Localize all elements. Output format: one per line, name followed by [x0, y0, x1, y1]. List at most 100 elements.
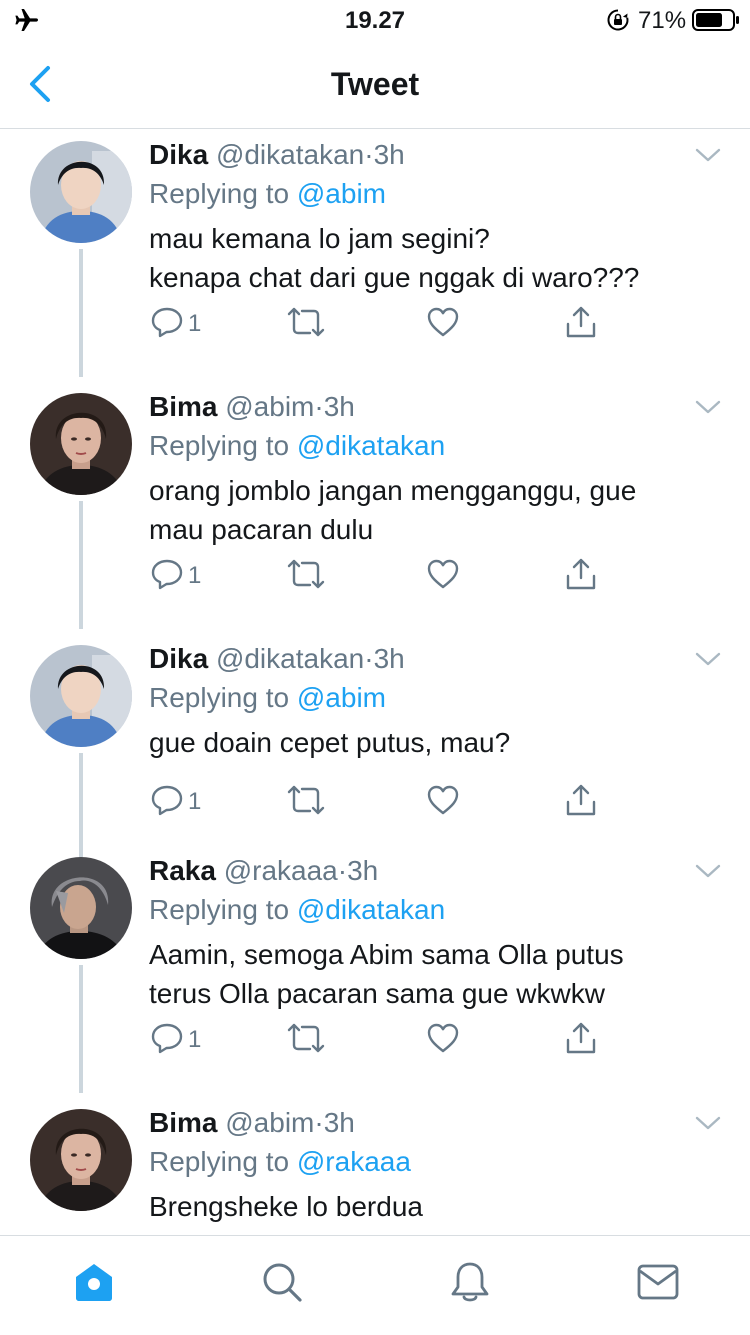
chevron-down-icon[interactable] — [694, 649, 722, 669]
chevron-down-icon[interactable] — [694, 397, 722, 417]
replying-prefix: Replying to — [149, 682, 290, 713]
replying-to: Replying to @abim — [149, 682, 386, 714]
tweet-text: mau kemana lo jam segini? kenapa chat da… — [149, 219, 709, 297]
tweet[interactable]: Raka @rakaaa·3h Replying to @dikatakan A… — [0, 845, 750, 1097]
retweet-button[interactable] — [286, 305, 326, 341]
tweet-text-line: kenapa chat dari gue nggak di waro??? — [149, 262, 640, 293]
display-name[interactable]: Bima — [149, 1107, 217, 1138]
share-icon — [566, 306, 596, 338]
thread-line — [79, 249, 83, 377]
mention-link[interactable]: @rakaaa — [297, 1146, 411, 1177]
tweet-text: Brengsheke lo berdua — [149, 1187, 709, 1226]
separator-dot: · — [314, 391, 324, 422]
reply-count: 1 — [188, 562, 202, 589]
mention-link[interactable]: @abim — [297, 178, 386, 209]
share-button[interactable] — [564, 305, 600, 341]
tweet-text-line: Aamin, semoga Abim sama Olla putus — [149, 939, 624, 970]
share-icon — [566, 1022, 596, 1054]
avatar[interactable] — [30, 141, 132, 243]
like-icon — [427, 1023, 459, 1053]
tweet[interactable]: Dika @dikatakan·3h Replying to @abim mau… — [0, 129, 750, 381]
nav-bar: Tweet — [0, 40, 750, 129]
user-handle[interactable]: @dikatakan — [216, 139, 364, 170]
tweet-actions: 1 — [150, 1021, 610, 1057]
reply-icon — [151, 785, 183, 816]
mention-link[interactable]: @abim — [297, 682, 386, 713]
like-icon — [427, 559, 459, 589]
avatar[interactable] — [30, 393, 132, 495]
like-button[interactable] — [426, 783, 466, 819]
thread-line — [79, 501, 83, 629]
share-button[interactable] — [564, 783, 600, 819]
separator-dot: · — [364, 643, 374, 674]
tweet-header: Raka @rakaaa·3h — [149, 855, 378, 887]
chevron-down-icon[interactable] — [694, 861, 722, 881]
display-name[interactable]: Dika — [149, 643, 208, 674]
replying-prefix: Replying to — [149, 894, 290, 925]
tweet-header: Dika @dikatakan·3h — [149, 139, 405, 171]
chevron-down-icon[interactable] — [694, 1113, 722, 1133]
reply-count: 1 — [188, 788, 202, 815]
share-button[interactable] — [564, 557, 600, 593]
reply-button[interactable]: 1 — [150, 783, 210, 819]
messages-icon[interactable] — [636, 1260, 680, 1304]
tweet-text-line: Brengsheke lo berdua — [149, 1191, 423, 1222]
share-icon — [566, 784, 596, 816]
mention-link[interactable]: @dikatakan — [297, 430, 445, 461]
tweet[interactable]: Bima @abim·3h Replying to @rakaaa Brengs… — [0, 1097, 750, 1235]
tweet-text-line: orang jomblo jangan mengganggu, gue — [149, 475, 637, 506]
display-name[interactable]: Dika — [149, 139, 208, 170]
chevron-down-icon[interactable] — [694, 145, 722, 165]
replying-to: Replying to @abim — [149, 178, 386, 210]
reply-button[interactable]: 1 — [150, 305, 210, 341]
mention-link[interactable]: @dikatakan — [297, 894, 445, 925]
display-name[interactable]: Bima — [149, 391, 217, 422]
timestamp: 3h — [373, 139, 405, 170]
avatar[interactable] — [30, 857, 132, 959]
user-handle[interactable]: @rakaaa — [224, 855, 338, 886]
replying-to: Replying to @rakaaa — [149, 1146, 411, 1178]
tweet-actions: 1 — [150, 305, 610, 341]
user-handle[interactable]: @abim — [225, 391, 314, 422]
tweet-header: Dika @dikatakan·3h — [149, 643, 405, 675]
avatar[interactable] — [30, 1109, 132, 1211]
like-icon — [427, 785, 459, 815]
retweet-button[interactable] — [286, 783, 326, 819]
tweet-header: Bima @abim·3h — [149, 391, 355, 423]
retweet-button[interactable] — [286, 1021, 326, 1057]
tab-bar — [0, 1235, 750, 1335]
tweet[interactable]: Bima @abim·3h Replying to @dikatakan ora… — [0, 381, 750, 633]
display-name[interactable]: Raka — [149, 855, 216, 886]
reply-count: 1 — [188, 310, 202, 337]
status-bar: 19.27 71% — [0, 0, 750, 40]
retweet-icon — [287, 785, 325, 815]
like-button[interactable] — [426, 1021, 466, 1057]
user-handle[interactable]: @abim — [225, 1107, 314, 1138]
retweet-button[interactable] — [286, 557, 326, 593]
reply-icon — [151, 1023, 183, 1054]
like-icon — [427, 307, 459, 337]
orientation-lock-icon — [607, 9, 629, 31]
like-button[interactable] — [426, 557, 466, 593]
avatar[interactable] — [30, 645, 132, 747]
thread-line — [79, 965, 83, 1093]
tweet-actions: 1 — [150, 783, 610, 819]
home-icon[interactable] — [72, 1260, 116, 1304]
separator-dot: · — [364, 139, 374, 170]
reply-button[interactable]: 1 — [150, 557, 210, 593]
timestamp: 3h — [323, 1107, 355, 1138]
like-button[interactable] — [426, 305, 466, 341]
tweet-header: Bima @abim·3h — [149, 1107, 355, 1139]
reply-button[interactable]: 1 — [150, 1021, 210, 1057]
search-icon[interactable] — [260, 1260, 304, 1304]
replying-to: Replying to @dikatakan — [149, 430, 445, 462]
user-handle[interactable]: @dikatakan — [216, 643, 364, 674]
reply-icon — [151, 559, 183, 590]
tweet-text-line: mau kemana lo jam segini? — [149, 223, 490, 254]
tweet-text: orang jomblo jangan mengganggu, gue mau … — [149, 471, 709, 549]
tweet-text: Aamin, semoga Abim sama Olla putus terus… — [149, 935, 709, 1013]
share-button[interactable] — [564, 1021, 600, 1057]
battery-icon — [692, 9, 739, 31]
notifications-icon[interactable] — [448, 1260, 492, 1304]
separator-dot: · — [314, 1107, 324, 1138]
